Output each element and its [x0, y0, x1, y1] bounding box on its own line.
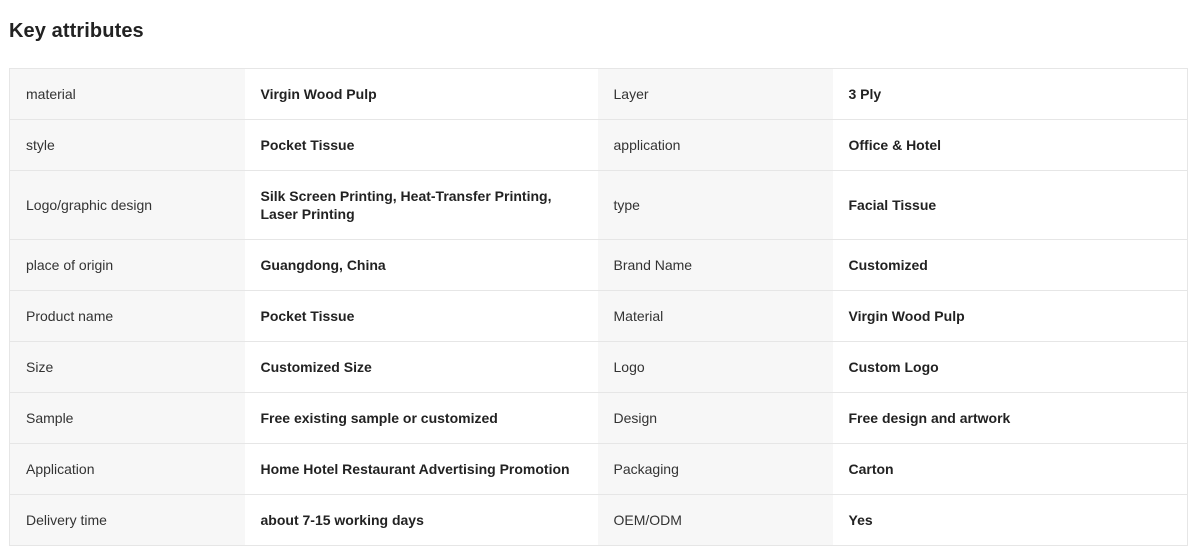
- attribute-label: Packaging: [597, 443, 833, 495]
- table-row: Delivery time about 7-15 working days OE…: [9, 494, 1188, 546]
- table-row: style Pocket Tissue application Office &…: [9, 119, 1188, 171]
- attribute-label: place of origin: [9, 239, 245, 291]
- attribute-value: Silk Screen Printing, Heat-Transfer Prin…: [244, 170, 598, 240]
- attribute-value: Pocket Tissue: [244, 290, 598, 342]
- attribute-value: Pocket Tissue: [244, 119, 598, 171]
- attribute-label: Sample: [9, 392, 245, 444]
- attribute-value: Guangdong, China: [244, 239, 598, 291]
- table-row: Application Home Hotel Restaurant Advert…: [9, 443, 1188, 495]
- attribute-label: Size: [9, 341, 245, 393]
- attribute-value: Office & Hotel: [832, 119, 1188, 171]
- attribute-label: Layer: [597, 68, 833, 120]
- attribute-value: Virgin Wood Pulp: [832, 290, 1188, 342]
- table-row: Product name Pocket Tissue Material Virg…: [9, 290, 1188, 342]
- attribute-value: Customized: [832, 239, 1188, 291]
- table-row: material Virgin Wood Pulp Layer 3 Ply: [9, 68, 1188, 120]
- attribute-value: about 7-15 working days: [244, 494, 598, 546]
- key-attributes-section: Key attributes material Virgin Wood Pulp…: [0, 0, 1194, 556]
- attribute-label: Application: [9, 443, 245, 495]
- attribute-label: Design: [597, 392, 833, 444]
- attribute-label: OEM/ODM: [597, 494, 833, 546]
- table-row: Logo/graphic design Silk Screen Printing…: [9, 170, 1188, 240]
- table-row: place of origin Guangdong, China Brand N…: [9, 239, 1188, 291]
- attribute-label: application: [597, 119, 833, 171]
- attribute-value: Free existing sample or customized: [244, 392, 598, 444]
- section-title: Key attributes: [9, 20, 144, 42]
- table-row: Size Customized Size Logo Custom Logo: [9, 341, 1188, 393]
- attribute-value: Custom Logo: [832, 341, 1188, 393]
- attribute-value: Free design and artwork: [832, 392, 1188, 444]
- attribute-label: Product name: [9, 290, 245, 342]
- attribute-value: Customized Size: [244, 341, 598, 393]
- attribute-value: 3 Ply: [832, 68, 1188, 120]
- attribute-label: Material: [597, 290, 833, 342]
- attributes-table: material Virgin Wood Pulp Layer 3 Ply st…: [9, 68, 1188, 546]
- attribute-label: Delivery time: [9, 494, 245, 546]
- attribute-label: Brand Name: [597, 239, 833, 291]
- attribute-value: Yes: [832, 494, 1188, 546]
- table-row: Sample Free existing sample or customize…: [9, 392, 1188, 444]
- attribute-value: Virgin Wood Pulp: [244, 68, 598, 120]
- attribute-label: style: [9, 119, 245, 171]
- attribute-value: Facial Tissue: [832, 170, 1188, 240]
- attribute-value: Carton: [832, 443, 1188, 495]
- attribute-label: type: [597, 170, 833, 240]
- attribute-label: Logo/graphic design: [9, 170, 245, 240]
- attribute-label: Logo: [597, 341, 833, 393]
- attribute-value: Home Hotel Restaurant Advertising Promot…: [244, 443, 598, 495]
- attribute-label: material: [9, 68, 245, 120]
